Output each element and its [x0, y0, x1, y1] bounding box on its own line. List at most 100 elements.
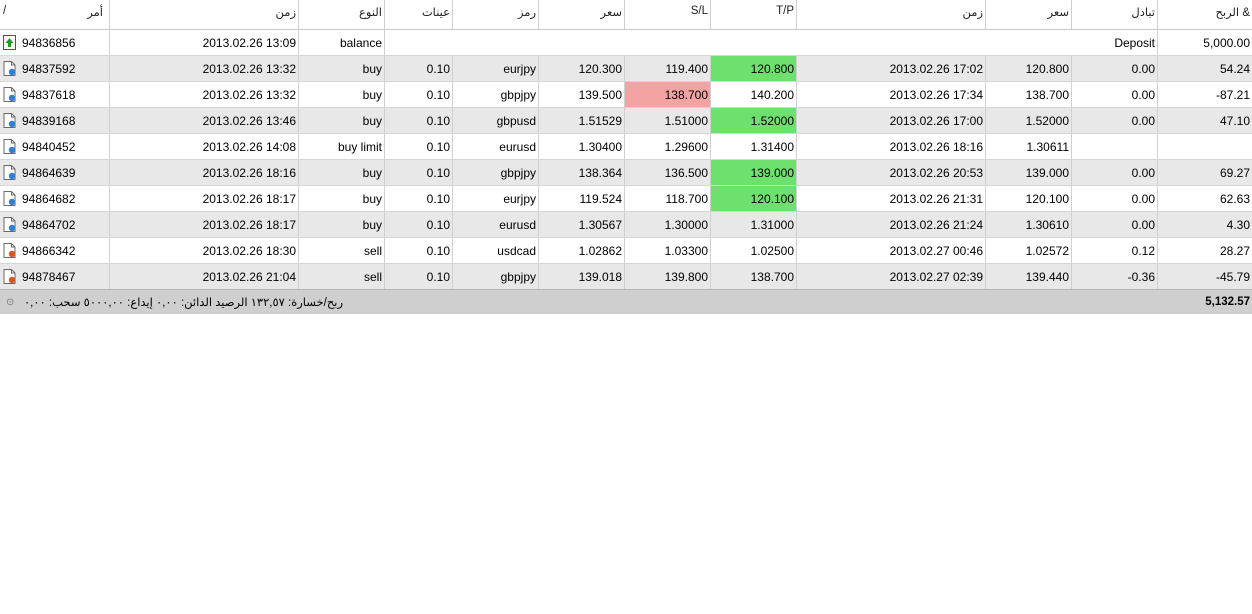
column-header-volume[interactable]: عينات: [385, 0, 453, 29]
order-cell: 94837618: [0, 82, 110, 107]
close-price-cell: 1.30610: [986, 212, 1072, 237]
close-time-cell: 2013.02.26 21:24: [797, 212, 986, 237]
type-cell: sell: [299, 264, 385, 289]
order-number: 94864682: [22, 191, 76, 206]
trade-row[interactable]: 94837592 2013.02.26 13:32 buy 0.10 eurjpy 120…: [0, 56, 1252, 82]
order-number: 94864702: [22, 217, 76, 232]
volume-cell: 0.10: [385, 264, 453, 289]
sl-cell: 139.800: [625, 264, 711, 289]
order-number: 94878467: [22, 269, 76, 284]
sl-cell: 138.700: [625, 82, 711, 107]
symbol-cell: eurusd: [453, 212, 539, 237]
close-time-cell: 2013.02.26 18:16: [797, 134, 986, 159]
trade-row[interactable]: 94839168 2013.02.26 13:46 buy 0.10 gbpusd 1.5…: [0, 108, 1252, 134]
trade-row[interactable]: 94864639 2013.02.26 18:16 buy 0.10 gbpjpy 138…: [0, 160, 1252, 186]
close-price-cell: 139.000: [986, 160, 1072, 185]
open-price-cell: 1.30567: [539, 212, 625, 237]
close-time-cell: 2013.02.26 17:02: [797, 56, 986, 81]
column-header-open-price[interactable]: سعر: [539, 0, 625, 29]
order-cell: 94878467: [0, 264, 110, 289]
profit-cell: 69.27: [1219, 165, 1250, 180]
deposit-arrow-icon: [3, 35, 16, 50]
account-summary-text: ربح/خسارة: ١٣٢,٥٧ الرصيد الدائن: ٠,٠٠ إي…: [24, 297, 344, 309]
symbol-cell: gbpjpy: [453, 264, 539, 289]
type-cell: buy: [299, 82, 385, 107]
sl-cell: 1.51000: [625, 108, 711, 133]
column-header-close-time[interactable]: زمن: [797, 0, 986, 29]
swap-cell: 0.00: [1072, 212, 1158, 237]
swap-cell: 0.00: [1072, 160, 1158, 185]
volume-cell: 0.10: [385, 134, 453, 159]
order-number: 94837592: [22, 61, 76, 76]
close-time-cell: 2013.02.26 17:00: [797, 108, 986, 133]
swap-cell: 0.00: [1072, 186, 1158, 211]
volume-cell: 0.10: [385, 186, 453, 211]
swap-cell: [1072, 134, 1158, 159]
symbol-cell: eurjpy: [453, 56, 539, 81]
column-header-type[interactable]: النوع: [299, 0, 385, 29]
sl-cell: 136.500: [625, 160, 711, 185]
volume-cell: 0.10: [385, 82, 453, 107]
type-cell: balance: [299, 30, 385, 55]
order-cell: 94836856: [0, 30, 110, 55]
trade-row[interactable]: 94837618 2013.02.26 13:32 buy 0.10 gbpjpy 139…: [0, 82, 1252, 108]
open-time-cell: 2013.02.26 13:46: [110, 108, 299, 133]
buy-order-icon: [3, 87, 16, 102]
open-time-cell: 2013.02.26 18:17: [110, 212, 299, 237]
tp-cell: 1.31400: [711, 134, 797, 159]
column-header-sl[interactable]: S/L: [625, 0, 711, 29]
status-grip-icon: ⊙: [6, 296, 15, 308]
tp-cell: 1.52000: [711, 108, 797, 133]
open-time-cell: 2013.02.26 13:32: [110, 56, 299, 81]
column-header-swap[interactable]: تبادل: [1072, 0, 1158, 29]
order-number: 94840452: [22, 139, 76, 154]
trade-row[interactable]: 94866342 2013.02.26 18:30 sell 0.10 usdcad 1.…: [0, 238, 1252, 264]
column-header-profit[interactable]: الربح &: [1158, 0, 1252, 29]
open-price-cell: 120.300: [539, 56, 625, 81]
trade-row[interactable]: 94840452 2013.02.26 14:08 buy limit 0.10 eur…: [0, 134, 1252, 160]
profit-cell: 28.27: [1219, 243, 1250, 258]
symbol-cell: eurusd: [453, 134, 539, 159]
symbol-cell: gbpjpy: [453, 160, 539, 185]
column-header-row: / أمر زمن النوع عينات رمز سعر S/L T/P زم…: [0, 0, 1252, 30]
swap-cell: 0.12: [1072, 238, 1158, 263]
column-header-order[interactable]: / أمر: [0, 0, 110, 29]
trade-row[interactable]: 94878467 2013.02.26 21:04 sell 0.10 gbpjpy 13…: [0, 264, 1252, 290]
trade-row[interactable]: 94864702 2013.02.26 18:17 buy 0.10 eurusd 1.3…: [0, 212, 1252, 238]
order-number: 94864639: [22, 165, 76, 180]
order-cell: 94837592: [0, 56, 110, 81]
column-header-symbol[interactable]: رمز: [453, 0, 539, 29]
sell-order-icon: [3, 269, 16, 284]
buy-order-icon: [3, 165, 16, 180]
swap-cell: -0.36: [1072, 264, 1158, 289]
tp-cell: 138.700: [711, 264, 797, 289]
swap-cell: 0.00: [1072, 82, 1158, 107]
order-cell: 94866342: [0, 238, 110, 263]
account-history-grid: / أمر زمن النوع عينات رمز سعر S/L T/P زم…: [0, 0, 1252, 290]
tp-cell: 120.100: [711, 186, 797, 211]
column-header-order-label: أمر: [87, 7, 103, 19]
profit-cell: -45.79: [1215, 269, 1250, 284]
type-cell: buy: [299, 186, 385, 211]
column-header-tp[interactable]: T/P: [711, 0, 797, 29]
profit-cell: 62.63: [1219, 191, 1250, 206]
column-header-close-price[interactable]: سعر: [986, 0, 1072, 29]
sl-cell: 119.400: [625, 56, 711, 81]
open-time-cell: 2013.02.26 13:09: [110, 30, 299, 55]
swap-cell: 0.00: [1072, 108, 1158, 133]
order-cell: 94839168: [0, 108, 110, 133]
profit-cell: -87.21: [1215, 87, 1250, 102]
order-number: 94836856: [22, 35, 76, 50]
order-number: 94839168: [22, 113, 76, 128]
column-header-open-time[interactable]: زمن: [110, 0, 299, 29]
close-time-cell: 2013.02.27 00:46: [797, 238, 986, 263]
tp-cell: 1.02500: [711, 238, 797, 263]
type-cell: buy: [299, 108, 385, 133]
buy-order-icon: [3, 191, 16, 206]
close-price-cell: 120.100: [986, 186, 1072, 211]
symbol-cell: usdcad: [453, 238, 539, 263]
trade-row[interactable]: 94864682 2013.02.26 18:17 buy 0.10 eurjpy 119…: [0, 186, 1252, 212]
profit-cell: 5,000.00: [1203, 35, 1250, 50]
balance-row[interactable]: 94836856 2013.02.26 13:09 balance Deposi…: [0, 30, 1252, 56]
open-time-cell: 2013.02.26 14:08: [110, 134, 299, 159]
